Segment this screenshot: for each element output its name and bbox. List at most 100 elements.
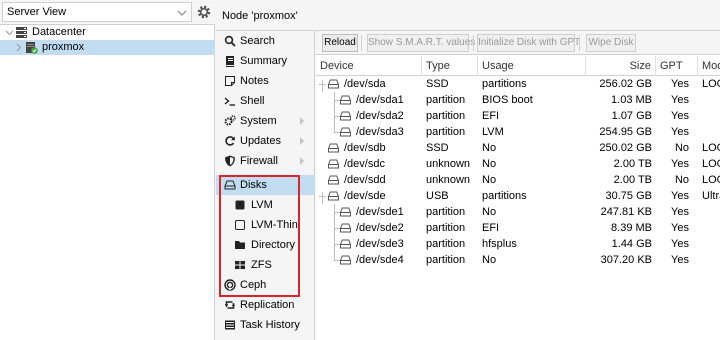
table-row[interactable]: /dev/sda1 partition BIOS boot 1.03 MB Yes xyxy=(316,92,720,108)
gears-icon xyxy=(224,115,236,126)
datacenter-icon xyxy=(16,27,27,38)
chevron-down-icon xyxy=(177,10,187,16)
chevron-down-icon[interactable] xyxy=(5,28,14,37)
cell-model: LOG xyxy=(702,158,720,170)
nav-item-search[interactable]: Search xyxy=(216,31,315,51)
cell-model xyxy=(702,92,720,108)
column-header-gpt[interactable]: GPT xyxy=(656,56,698,76)
nav-item-summary[interactable]: Summary xyxy=(216,51,315,71)
table-row[interactable]: /dev/sda2 partition EFI 1.07 GB Yes xyxy=(316,108,720,124)
nav-item-zfs[interactable]: ZFS xyxy=(216,255,315,275)
caret-right-icon xyxy=(300,157,304,165)
column-header-device[interactable]: Device xyxy=(316,56,422,76)
chevron-right-icon[interactable] xyxy=(14,43,23,52)
cell-device: /dev/sdc xyxy=(344,158,385,170)
gear-icon[interactable] xyxy=(196,4,212,20)
nav-item-lvm-thin[interactable]: LVM-Thin xyxy=(216,215,315,235)
cell-device: /dev/sda xyxy=(344,78,386,90)
table-row[interactable]: /dev/sdc unknown No 2.00 TB Yes LOG xyxy=(316,156,720,172)
table-row[interactable]: /dev/sdb SSD No 250.02 GB No LOG xyxy=(316,140,720,156)
search-icon xyxy=(224,35,236,47)
cell-device: /dev/sde4 xyxy=(356,254,404,266)
cell-device: /dev/sda1 xyxy=(356,94,404,106)
nav-item-label: Updates xyxy=(240,135,281,147)
cell-usage: No xyxy=(482,206,497,218)
cell-size: 1.03 MB xyxy=(611,94,652,106)
table-row[interactable]: /dev/sda SSD partitions 256.02 GB Yes LOG xyxy=(316,76,720,92)
cell-device: /dev/sde2 xyxy=(356,222,404,234)
nav-item-label: Firewall xyxy=(240,155,278,167)
nav-item-label: LVM-Thin xyxy=(251,219,298,231)
disks-toolbar: Reload Show S.M.A.R.T. values Initialize… xyxy=(316,31,720,55)
cell-device: /dev/sde xyxy=(344,190,386,202)
nav-item-label: Replication xyxy=(240,299,295,311)
cell-usage: LVM xyxy=(482,126,504,138)
initialize-disk-button[interactable]: Initialize Disk with GPT xyxy=(477,34,580,52)
table-row[interactable]: /dev/sde USB partitions 30.75 GB Yes Ultra xyxy=(316,188,720,204)
view-selector-value: Server View xyxy=(7,6,67,18)
nav-item-updates[interactable]: Updates xyxy=(216,131,315,151)
disk-icon xyxy=(340,239,351,249)
cell-type: USB xyxy=(426,190,449,202)
table-row[interactable]: /dev/sde3 partition hfsplus 1.44 GB Yes xyxy=(316,236,720,252)
cell-size: 256.02 GB xyxy=(599,78,652,90)
grid-header: Device Type Usage Size GPT Mod xyxy=(316,56,720,76)
table-row[interactable]: /dev/sde2 partition EFI 8.39 MB Yes xyxy=(316,220,720,236)
view-selector[interactable]: Server View xyxy=(2,2,192,22)
cell-model xyxy=(702,236,720,252)
disk-icon xyxy=(328,79,339,89)
nav-item-disks[interactable]: Disks xyxy=(216,175,315,195)
table-row[interactable]: /dev/sde1 partition No 247.81 KB Yes xyxy=(316,204,720,220)
nav-item-shell[interactable]: Shell xyxy=(216,91,315,111)
cell-usage: EFI xyxy=(482,110,500,122)
nav-item-ceph[interactable]: Ceph xyxy=(216,275,315,295)
ceph-icon xyxy=(224,279,236,291)
grid-icon xyxy=(235,261,245,269)
wipe-disk-button[interactable]: Wipe Disk xyxy=(586,34,636,52)
column-header-usage[interactable]: Usage xyxy=(478,56,586,76)
column-header-model[interactable]: Mod xyxy=(698,56,720,76)
cell-model: LOG xyxy=(702,78,720,90)
cell-gpt: Yes xyxy=(671,94,689,106)
cell-model xyxy=(702,204,720,220)
table-row[interactable]: /dev/sda3 partition LVM 254.95 GB Yes xyxy=(316,124,720,140)
nav-item-label: Ceph xyxy=(240,279,267,291)
cell-device: /dev/sda3 xyxy=(356,126,404,138)
cell-device: /dev/sda2 xyxy=(356,110,404,122)
table-row[interactable]: /dev/sde4 partition No 307.20 KB Yes xyxy=(316,252,720,268)
column-header-size[interactable]: Size xyxy=(586,56,656,76)
folder-icon xyxy=(235,241,245,249)
toolbar-separator xyxy=(361,35,362,51)
show-smart-button[interactable]: Show S.M.A.R.T. values xyxy=(367,34,475,52)
reload-button[interactable]: Reload xyxy=(322,34,358,52)
column-header-type[interactable]: Type xyxy=(422,56,478,76)
nav-item-notes[interactable]: Notes xyxy=(216,71,315,91)
cell-gpt: No xyxy=(674,142,689,154)
cell-usage: No xyxy=(482,158,497,170)
disk-grid: /dev/sda SSD partitions 256.02 GB Yes LOG/dev… xyxy=(316,76,720,268)
caret-right-icon xyxy=(300,137,304,145)
cell-model xyxy=(702,108,720,124)
cell-type: partition xyxy=(426,206,466,218)
cell-gpt: Yes xyxy=(671,126,689,138)
tree-connector xyxy=(319,196,326,197)
nav-item-label: Notes xyxy=(240,75,269,87)
tree-node-proxmox[interactable]: proxmox xyxy=(0,40,215,55)
cell-type: partition xyxy=(426,238,466,250)
cell-type: unknown xyxy=(426,158,471,170)
nav-item-firewall[interactable]: Firewall xyxy=(216,151,315,171)
table-row[interactable]: /dev/sdd unknown No 2.00 TB No LOG xyxy=(316,172,720,188)
disk-icon xyxy=(328,175,339,185)
tree-node-datacenter[interactable]: Datacenter xyxy=(0,25,215,40)
nav-item-replication[interactable]: Replication xyxy=(216,295,315,315)
cell-type: partition xyxy=(426,126,466,138)
cell-size: 30.75 GB xyxy=(605,190,652,202)
nav-item-task-history[interactable]: Task History xyxy=(216,315,315,335)
disk-icon xyxy=(340,207,351,217)
resource-tree: Datacenter proxmox xyxy=(0,25,215,55)
tree-node-label: Datacenter xyxy=(32,26,86,38)
nav-item-directory[interactable]: Directory xyxy=(216,235,315,255)
nav-item-lvm[interactable]: LVM xyxy=(216,195,315,215)
nav-item-system[interactable]: System xyxy=(216,111,315,131)
disk-icon xyxy=(340,95,351,105)
